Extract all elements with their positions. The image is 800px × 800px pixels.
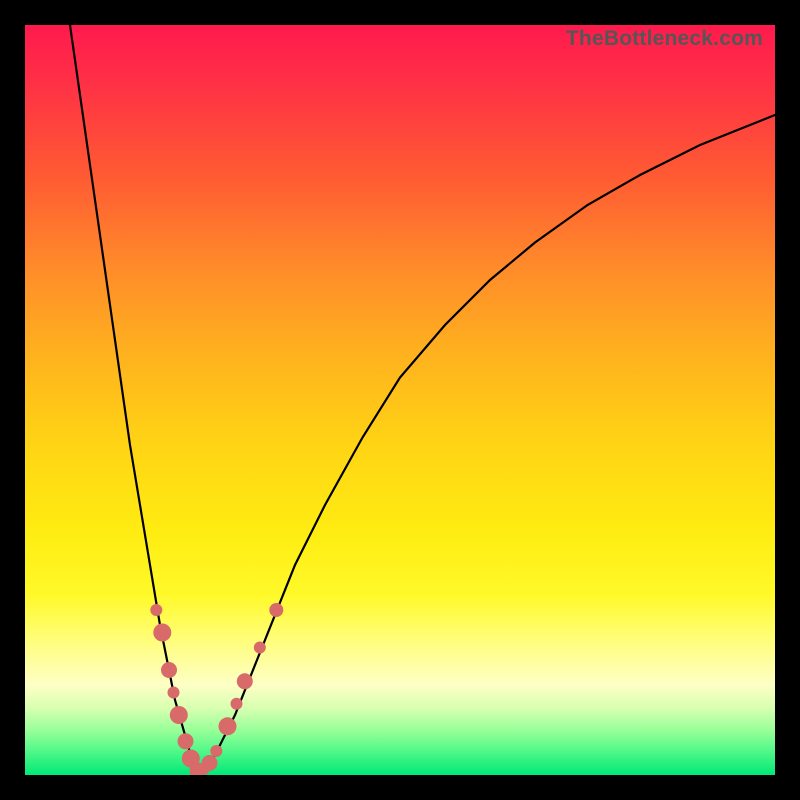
curve-marker: [237, 673, 253, 689]
curve-marker: [168, 687, 180, 699]
curve-marker: [231, 698, 243, 710]
curve-layer: [25, 25, 775, 775]
curve-marker: [161, 662, 177, 678]
curve-marker: [254, 642, 266, 654]
curve-marker: [269, 603, 283, 617]
curve-marker: [210, 745, 222, 757]
watermark-text: TheBottleneck.com: [566, 27, 763, 51]
curve-marker: [182, 750, 200, 768]
curve-markers: [150, 603, 283, 775]
curve-marker: [219, 717, 237, 735]
curve-marker: [198, 763, 210, 775]
bottleneck-curve: [70, 25, 775, 775]
curve-marker: [178, 733, 194, 749]
curve-marker: [153, 624, 171, 642]
curve-marker: [170, 706, 188, 724]
chart-plot-area: TheBottleneck.com: [25, 25, 775, 775]
curve-marker: [190, 763, 206, 776]
curve-marker: [202, 755, 218, 771]
curve-marker: [150, 604, 162, 616]
